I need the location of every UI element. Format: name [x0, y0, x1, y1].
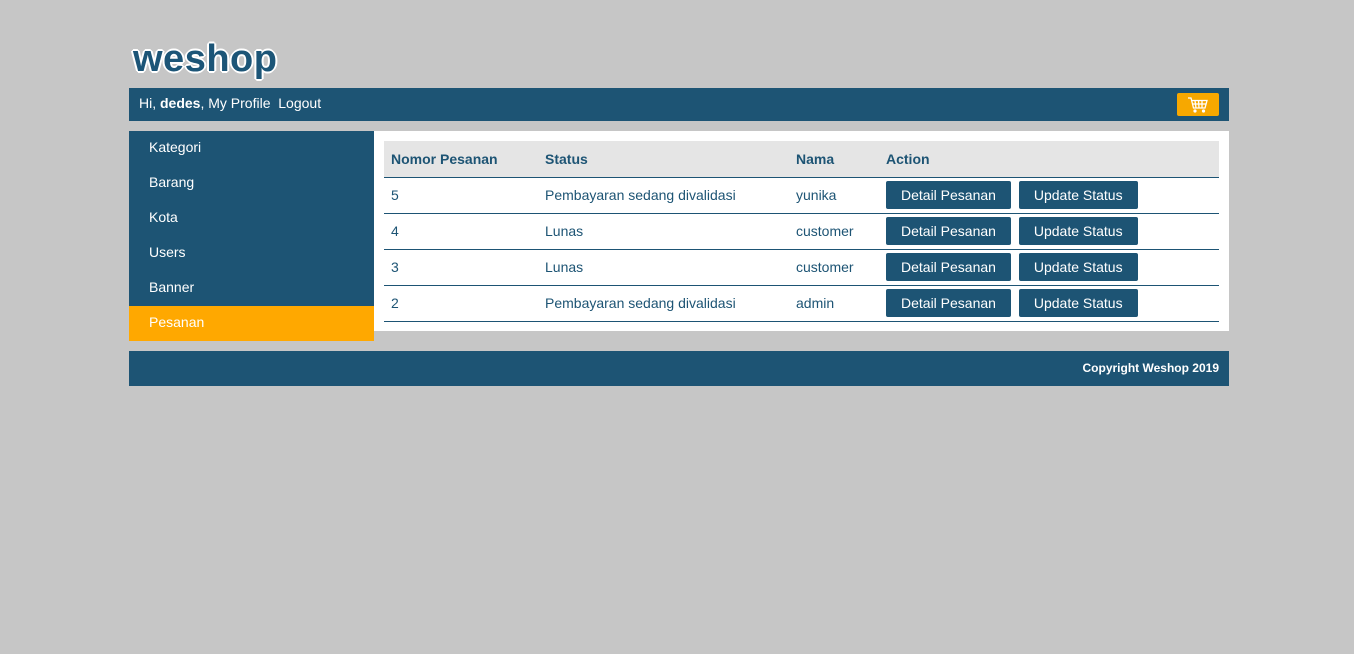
user-greeting: Hi, dedes, My Profile Logout [139, 95, 321, 111]
sidebar-item-kota[interactable]: Kota [129, 201, 374, 236]
table-row: 2 Pembayaran sedang divalidasi admin Det… [384, 285, 1219, 322]
table-row: 5 Pembayaran sedang divalidasi yunika De… [384, 177, 1219, 214]
sidebar-item-pesanan[interactable]: Pesanan [129, 306, 374, 341]
sidebar-item-barang[interactable]: Barang [129, 166, 374, 201]
copyright-text: Copyright Weshop 2019 [1082, 361, 1219, 375]
update-status-button[interactable]: Update Status [1018, 217, 1138, 245]
sidebar-menu: Kategori Barang Kota Users Banner Pesana… [129, 131, 374, 341]
cell-nomor: 3 [384, 249, 538, 286]
cell-nomor: 5 [384, 177, 538, 214]
logout-link[interactable]: Logout [278, 95, 321, 111]
cell-status: Pembayaran sedang divalidasi [538, 177, 789, 214]
cell-status: Lunas [538, 213, 789, 250]
table-row: 4 Lunas customer Detail Pesanan Update S… [384, 213, 1219, 250]
cart-icon [1188, 96, 1208, 113]
header-action: Action [879, 141, 1219, 178]
username: dedes [160, 95, 201, 111]
top-bar: Hi, dedes, My Profile Logout [129, 88, 1229, 121]
cell-nama: yunika [789, 177, 879, 214]
header-nama: Nama [789, 141, 879, 178]
greeting-separator: , [200, 95, 205, 111]
cell-nomor: 4 [384, 213, 538, 250]
table-header-row: Nomor Pesanan Status Nama Action [384, 141, 1219, 178]
cell-nama: customer [789, 213, 879, 250]
orders-table: Nomor Pesanan Status Nama Action 5 Pemba… [384, 141, 1219, 322]
greeting-prefix: Hi, [139, 95, 160, 111]
cell-nomor: 2 [384, 285, 538, 322]
detail-pesanan-button[interactable]: Detail Pesanan [886, 289, 1011, 317]
cell-action: Detail Pesanan Update Status [879, 213, 1219, 250]
sidebar-item-banner[interactable]: Banner [129, 271, 374, 306]
update-status-button[interactable]: Update Status [1018, 289, 1138, 317]
cell-action: Detail Pesanan Update Status [879, 249, 1219, 286]
header-nomor-pesanan: Nomor Pesanan [384, 141, 538, 178]
update-status-button[interactable]: Update Status [1018, 253, 1138, 281]
cell-action: Detail Pesanan Update Status [879, 177, 1219, 214]
table-row: 3 Lunas customer Detail Pesanan Update S… [384, 249, 1219, 286]
detail-pesanan-button[interactable]: Detail Pesanan [886, 253, 1011, 281]
footer: Copyright Weshop 2019 [129, 351, 1229, 386]
cell-nama: customer [789, 249, 879, 286]
my-profile-link[interactable]: My Profile [208, 95, 270, 111]
site-logo[interactable]: weshop [133, 38, 277, 81]
header-status: Status [538, 141, 789, 178]
sidebar-item-kategori[interactable]: Kategori [129, 131, 374, 166]
detail-pesanan-button[interactable]: Detail Pesanan [886, 181, 1011, 209]
update-status-button[interactable]: Update Status [1018, 181, 1138, 209]
cell-nama: admin [789, 285, 879, 322]
cell-action: Detail Pesanan Update Status [879, 285, 1219, 322]
detail-pesanan-button[interactable]: Detail Pesanan [886, 217, 1011, 245]
cell-status: Pembayaran sedang divalidasi [538, 285, 789, 322]
cell-status: Lunas [538, 249, 789, 286]
cart-button[interactable] [1177, 93, 1219, 116]
sidebar-item-users[interactable]: Users [129, 236, 374, 271]
main-content: Nomor Pesanan Status Nama Action 5 Pemba… [374, 131, 1229, 331]
